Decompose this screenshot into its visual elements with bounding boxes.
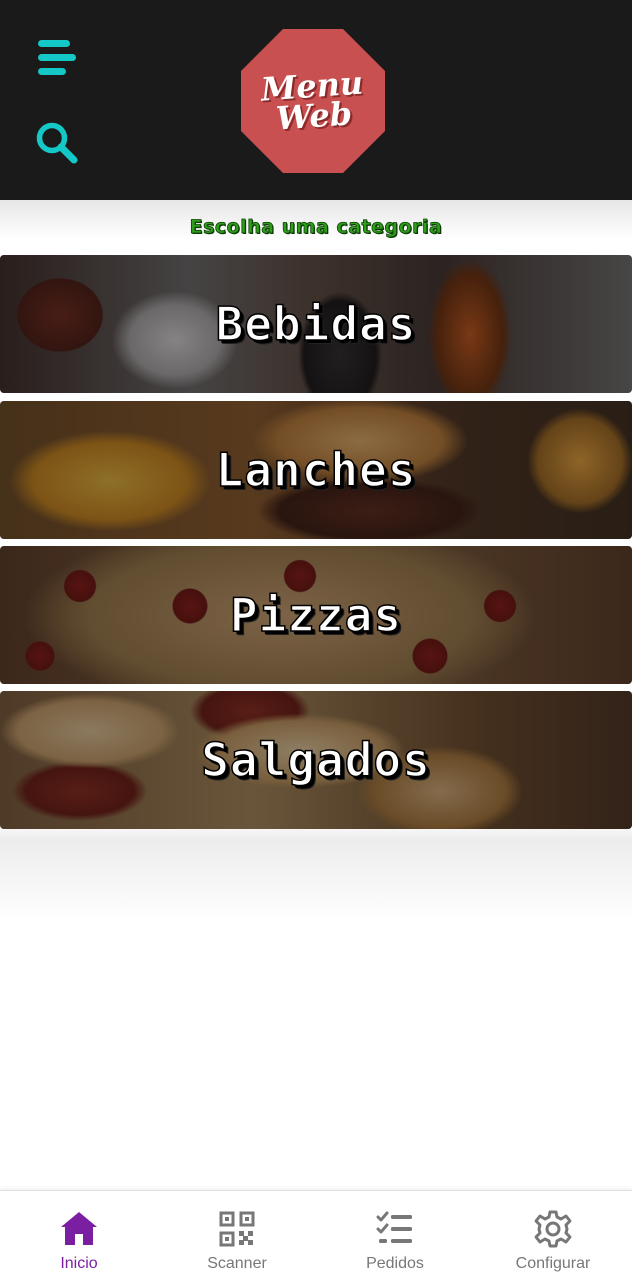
- category-card-salgados[interactable]: Salgados: [0, 691, 632, 829]
- section-title: Escolha uma categoria: [189, 216, 443, 239]
- app-screen: Menu Web Escolha uma categoria Bebidas L…: [0, 0, 632, 1280]
- menu-button[interactable]: [34, 38, 80, 78]
- gear-icon: [534, 1210, 572, 1248]
- app-header: Menu Web: [0, 0, 632, 200]
- logo-text: Menu Web: [235, 23, 391, 179]
- category-card-pizzas[interactable]: Pizzas: [0, 546, 632, 684]
- menu-lines-icon: [38, 40, 76, 75]
- nav-item-scanner[interactable]: Scanner: [158, 1191, 316, 1280]
- category-card-bebidas[interactable]: Bebidas: [0, 255, 632, 393]
- category-label: Pizzas: [229, 587, 403, 643]
- nav-label: Inicio: [60, 1255, 98, 1272]
- search-icon: [36, 122, 78, 164]
- nav-item-configurar[interactable]: Configurar: [474, 1191, 632, 1280]
- app-logo: Menu Web: [240, 28, 386, 174]
- bottom-navigation: Inicio Scanner Pedidos Configurar: [0, 1190, 632, 1280]
- category-label: Bebidas: [215, 296, 417, 352]
- search-button[interactable]: [34, 120, 80, 166]
- category-label: Salgados: [200, 732, 431, 788]
- nav-label: Scanner: [207, 1255, 267, 1272]
- nav-label: Pedidos: [366, 1255, 424, 1272]
- main-content: Escolha uma categoria Bebidas Lanches Pi…: [0, 200, 632, 1190]
- logo-line-2: Web: [274, 94, 354, 138]
- category-card-lanches[interactable]: Lanches: [0, 401, 632, 539]
- qr-code-icon: [219, 1211, 255, 1247]
- home-icon: [61, 1212, 97, 1245]
- checklist-icon: [376, 1211, 412, 1243]
- nav-label: Configurar: [515, 1255, 591, 1272]
- category-label: Lanches: [215, 442, 417, 498]
- nav-item-pedidos[interactable]: Pedidos: [316, 1191, 474, 1280]
- nav-item-inicio[interactable]: Inicio: [0, 1191, 158, 1280]
